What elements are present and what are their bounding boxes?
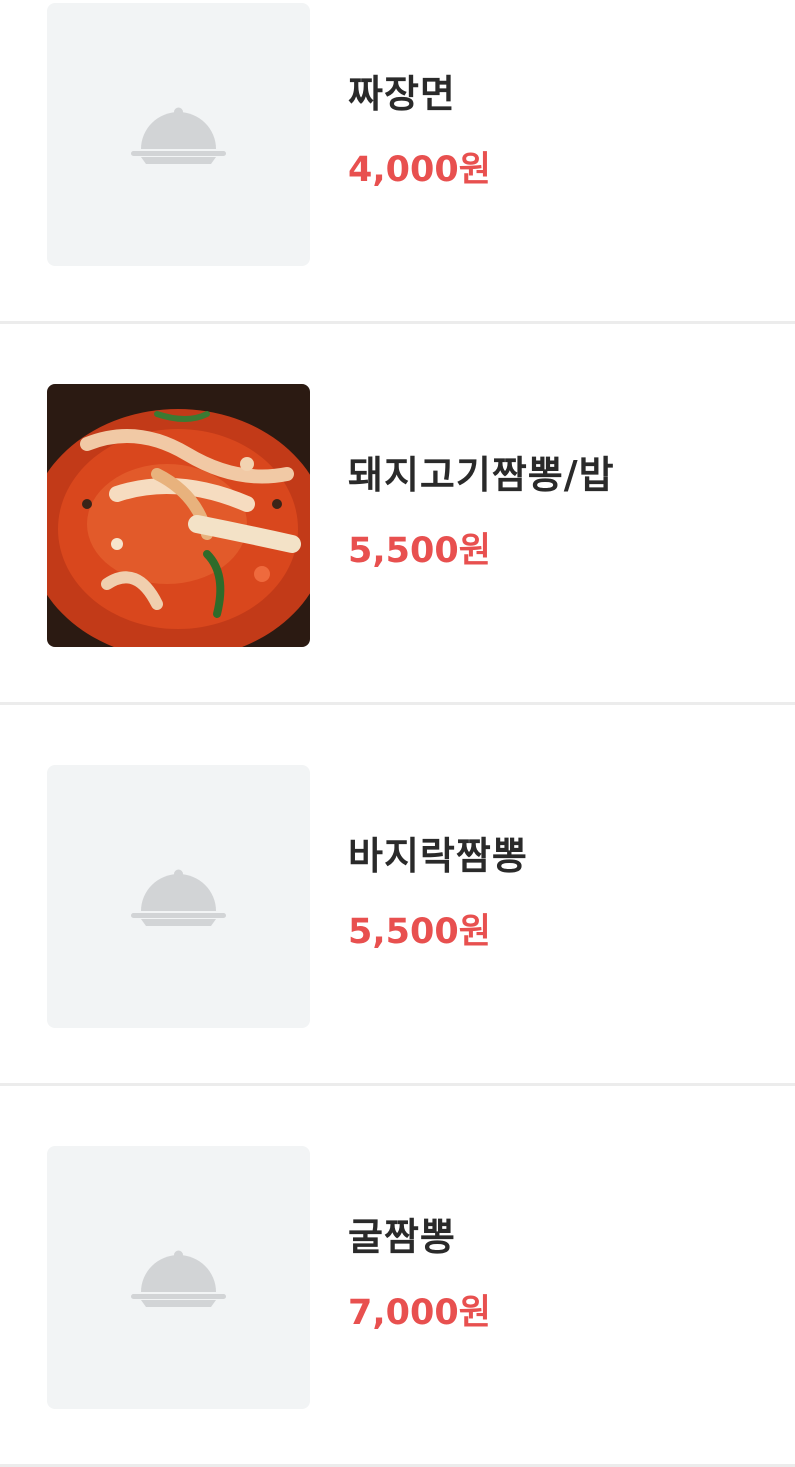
- menu-item-jjajangmyeon[interactable]: 짜장면 4,000원: [0, 0, 795, 324]
- menu-item-name: 굴짬뽕: [348, 1215, 456, 1259]
- menu-item-price: 4,000원: [348, 150, 491, 190]
- menu-item-name: 짜장면: [348, 72, 456, 116]
- menu-item-thumbnail: [47, 1146, 310, 1409]
- dish-placeholder-icon: [131, 107, 226, 164]
- menu-item-name: 돼지고기짬뽕/밥: [348, 453, 615, 497]
- dish-placeholder-icon: [131, 869, 226, 926]
- menu-item-name: 바지락짬뽕: [348, 834, 528, 878]
- menu-item-info: 돼지고기짬뽕/밥 5,500원: [348, 452, 615, 572]
- menu-item-oyster-jjamppong[interactable]: 굴짬뽕 7,000원: [0, 1086, 795, 1467]
- menu-item-price: 7,000원: [348, 1293, 491, 1333]
- menu-item-pork-jjamppong[interactable]: 돼지고기짬뽕/밥 5,500원: [0, 324, 795, 705]
- menu-item-price: 5,500원: [348, 912, 491, 952]
- menu-item-thumbnail: [47, 3, 310, 266]
- menu-item-price: 5,500원: [348, 531, 491, 571]
- menu-item-info: 굴짬뽕 7,000원: [348, 1214, 491, 1334]
- menu-item-info: 바지락짬뽕 5,500원: [348, 833, 528, 953]
- menu-item-thumbnail: [47, 765, 310, 1028]
- menu-item-clam-jjamppong[interactable]: 바지락짬뽕 5,500원: [0, 705, 795, 1086]
- menu-item-info: 짜장면 4,000원: [348, 71, 491, 191]
- menu-list: 짜장면 4,000원 돼지고기짬뽕/밥 5,500원 바지락짬뽕 5,500원 …: [0, 0, 795, 1467]
- food-photo: [47, 384, 310, 647]
- dish-placeholder-icon: [131, 1250, 226, 1307]
